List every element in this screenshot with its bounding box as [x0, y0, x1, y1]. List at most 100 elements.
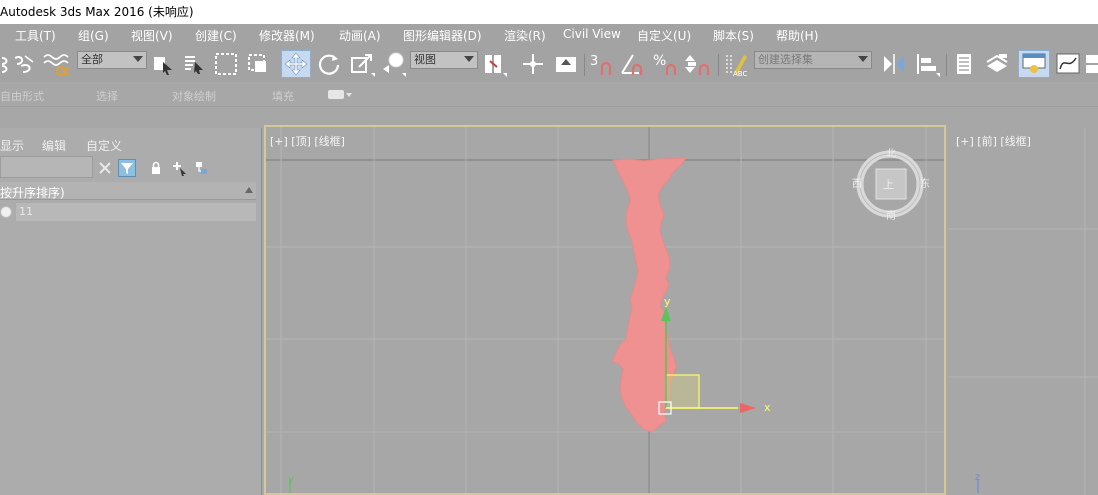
viewport-grid: [948, 128, 1098, 495]
scene-explorer: 显示 编辑 自定义 按升序排序) 11: [0, 128, 262, 495]
select-manipulate-icon[interactable]: [519, 50, 547, 78]
menu-scripting[interactable]: 脚本(S): [713, 27, 754, 44]
gizmo-x-label: x: [764, 401, 771, 414]
link-icon[interactable]: [0, 50, 10, 78]
window-title: Autodesk 3ds Max 2016 (未响应): [0, 5, 194, 19]
use-pivot-center-icon[interactable]: [480, 50, 510, 78]
edit-named-selection-icon[interactable]: ABC: [722, 50, 750, 78]
viewport-front-label[interactable]: [+] [前] [线框]: [956, 133, 1031, 149]
menu-create[interactable]: 创建(C): [195, 27, 237, 44]
viewport-top-canvas[interactable]: y x 上 北 南 西 东 y: [266, 127, 946, 495]
keyboard-shortcut-override-icon[interactable]: [552, 50, 580, 78]
selection-filter-value: 全部: [81, 53, 103, 66]
percent-snap-toggle-icon[interactable]: %: [651, 50, 681, 78]
percent-snap-label: %: [653, 53, 666, 69]
menu-bar: 工具(T) 组(G) 视图(V) 创建(C) 修改器(M) 动画(A) 图形编辑…: [0, 24, 1098, 46]
chevron-down-icon: [133, 56, 143, 62]
ribbon-options-button[interactable]: [328, 90, 344, 99]
tab-display[interactable]: 显示: [0, 137, 24, 154]
tab-customize[interactable]: 自定义: [86, 137, 122, 154]
find-input[interactable]: [0, 156, 93, 178]
compass-east-label: 东: [920, 177, 930, 190]
snap-dimension-label: 3: [590, 54, 598, 69]
list-item[interactable]: 11: [0, 203, 256, 221]
menu-views[interactable]: 视图(V): [131, 27, 173, 44]
curve-editor-icon[interactable]: [1054, 50, 1082, 78]
gizmo-y-label: y: [664, 295, 671, 308]
menu-group[interactable]: 组(G): [78, 27, 109, 44]
selection-filter-dropdown[interactable]: 全部: [77, 51, 147, 69]
ribbon-tab-selection[interactable]: 选择: [96, 88, 118, 104]
svg-text:ABC: ABC: [733, 70, 747, 77]
ribbon-tab-object-paint[interactable]: 对象绘制: [172, 88, 216, 104]
viewport-grid: [266, 127, 944, 493]
compass-west-label: 西: [852, 179, 862, 190]
lock-icon[interactable]: [147, 159, 165, 177]
viewcube[interactable]: 上 北 南 西 东: [852, 148, 930, 222]
select-object-icon[interactable]: [150, 50, 176, 78]
clear-icon[interactable]: [96, 159, 114, 177]
angle-snap-toggle-icon[interactable]: [619, 50, 647, 78]
chevron-down-icon: [858, 56, 868, 62]
select-by-name-icon[interactable]: [181, 50, 207, 78]
world-axis-tripod: z: [975, 472, 980, 493]
add-selection-icon[interactable]: [170, 159, 188, 177]
menu-help[interactable]: 帮助(H): [776, 27, 818, 44]
menu-tools[interactable]: 工具(T): [15, 27, 56, 44]
filter-icon[interactable]: [118, 159, 136, 177]
chevron-down-icon: [464, 56, 474, 62]
hierarchy-select-icon[interactable]: [193, 159, 211, 177]
align-icon[interactable]: [913, 50, 941, 78]
toolbar-divider: [584, 54, 585, 76]
ribbon-tabs: 自由形式 选择 对象绘制 填充: [0, 84, 1098, 106]
world-axis-tripod: y: [288, 474, 294, 493]
main-toolbar: 全部 视图 3 % ABC 创建选择集: [0, 46, 1098, 82]
chevron-down-icon: [346, 93, 352, 97]
viewport-front[interactable]: z [+] [前] [线框]: [948, 128, 1098, 495]
tab-edit[interactable]: 编辑: [42, 137, 66, 154]
reference-coordinate-dropdown[interactable]: 视图: [410, 51, 478, 69]
unlink-icon[interactable]: [10, 50, 38, 78]
viewport-top[interactable]: y x 上 北 南 西 东 y [+] [顶] [线框]: [264, 125, 946, 495]
toggle-ribbon-icon[interactable]: [1018, 50, 1050, 78]
ribbon-tab-populate[interactable]: 填充: [272, 88, 294, 104]
window-crossing-icon[interactable]: [245, 50, 271, 78]
toolbar-divider: [946, 54, 947, 76]
bind-spacewarp-icon[interactable]: [40, 50, 70, 78]
toolbar-divider: [718, 54, 719, 76]
mirror-icon[interactable]: [880, 50, 908, 78]
named-selection-sets-dropdown[interactable]: 创建选择集: [754, 51, 872, 69]
front-axis-z-label: z: [975, 472, 980, 483]
sort-column-header[interactable]: 按升序排序): [0, 182, 256, 200]
menu-rendering[interactable]: 渲染(R): [504, 27, 546, 44]
select-and-rotate-icon[interactable]: [315, 50, 343, 78]
menu-graph-editors[interactable]: 图形编辑器(D): [403, 27, 482, 44]
spinner-snap-toggle-icon[interactable]: [684, 50, 714, 78]
toggle-layer-explorer-icon[interactable]: [983, 50, 1011, 78]
menu-modifiers[interactable]: 修改器(M): [259, 27, 315, 44]
select-and-scale-icon[interactable]: [348, 50, 376, 78]
compass-south-label: 南: [886, 209, 896, 222]
svg-text:y: y: [288, 474, 294, 485]
move-gizmo[interactable]: y x: [658, 295, 771, 415]
toggle-scene-explorer-icon[interactable]: [951, 50, 977, 78]
viewcube-face-label: 上: [883, 178, 894, 191]
title-bar: Autodesk 3ds Max 2016 (未响应): [0, 0, 1098, 24]
viewport-front-canvas[interactable]: z: [948, 128, 1098, 495]
snaps-toggle-icon[interactable]: 3: [588, 50, 616, 78]
object-name: 11: [16, 203, 256, 221]
named-selection-sets-value: 创建选择集: [758, 53, 813, 66]
ribbon-tab-freeform[interactable]: 自由形式: [0, 88, 44, 104]
reference-coordinate-value: 视图: [414, 53, 436, 66]
menu-animation[interactable]: 动画(A): [339, 27, 381, 44]
select-and-move-icon[interactable]: [281, 50, 311, 78]
menu-civil-view[interactable]: Civil View: [563, 27, 621, 41]
object-visibility-icon[interactable]: [0, 206, 12, 218]
rectangular-selection-icon[interactable]: [213, 50, 239, 78]
viewport-top-label[interactable]: [+] [顶] [线框]: [270, 133, 345, 149]
menu-customize[interactable]: 自定义(U): [637, 27, 691, 44]
chevron-up-icon: [245, 187, 253, 193]
select-and-place-icon[interactable]: [380, 50, 408, 78]
compass-north-label: 北: [886, 148, 896, 160]
schematic-view-icon[interactable]: [1084, 50, 1098, 78]
